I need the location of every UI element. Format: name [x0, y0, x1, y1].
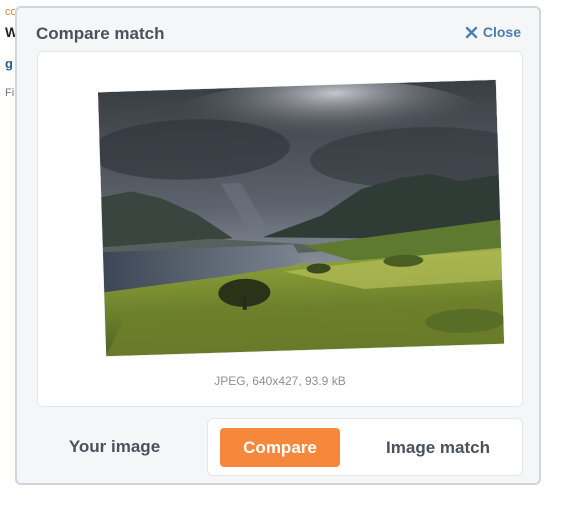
comparison-tab-group: Compare Image match: [207, 418, 523, 476]
background-text-fragment: Fi: [5, 87, 15, 99]
modal-title: Compare match: [36, 24, 165, 43]
tab-your-image[interactable]: Your image: [37, 418, 192, 476]
background-text-fragment: co: [5, 6, 15, 18]
close-icon: [465, 26, 478, 39]
background-link-fragment[interactable]: g: [5, 56, 15, 71]
close-label: Close: [482, 24, 521, 40]
matched-image: [97, 79, 505, 357]
tab-image-match[interactable]: Image match: [358, 428, 518, 467]
background-text-fragment: W: [5, 24, 15, 40]
compare-match-modal: Compare match Close JPEG, 640x427, 93.9 …: [15, 6, 541, 485]
image-preview-card: JPEG, 640x427, 93.9 kB: [37, 51, 523, 407]
close-button[interactable]: Close: [465, 24, 521, 40]
compare-button[interactable]: Compare: [220, 428, 340, 467]
image-meta: JPEG, 640x427, 93.9 kB: [214, 374, 346, 388]
